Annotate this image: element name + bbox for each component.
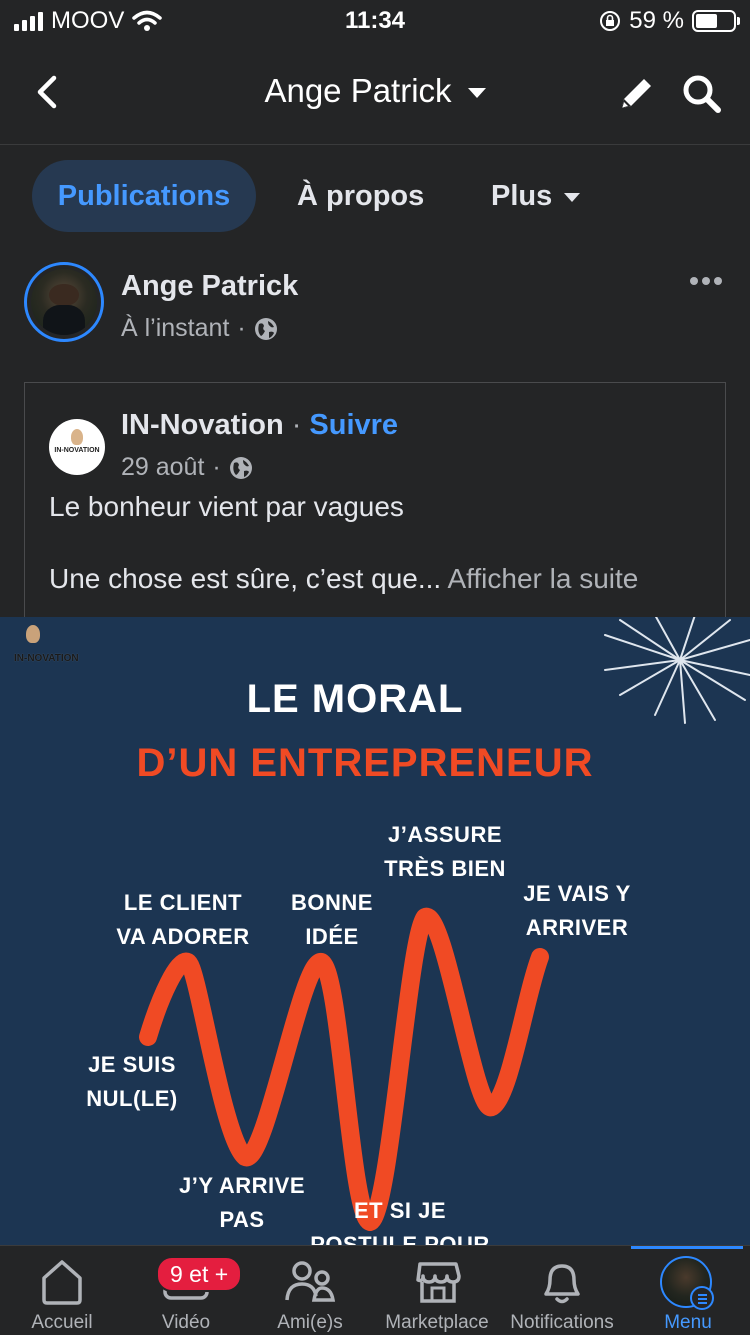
globe-icon — [229, 456, 252, 479]
tab-notifications[interactable]: Notifications — [502, 1246, 622, 1335]
battery-icon — [692, 10, 740, 32]
search-icon[interactable] — [680, 72, 724, 116]
tab-friends-label: Ami(e)s — [277, 1312, 343, 1333]
label-line: NUL(LE) — [86, 1086, 178, 1111]
label-line: POSTULE POUR — [310, 1232, 490, 1245]
label-line: PAS — [219, 1207, 265, 1232]
video-notification-badge: 9 et + — [156, 1256, 243, 1292]
label-line: ET SI JE — [353, 1198, 447, 1223]
marketplace-icon — [416, 1262, 461, 1303]
label-line: J’Y ARRIVE — [178, 1173, 306, 1198]
meta-separator: · — [237, 314, 246, 342]
label-line: IDÉE — [305, 924, 359, 949]
post-image[interactable]: IN-NOVATION LE MORAL D’UN ENTREPRENEUR J… — [0, 617, 750, 1245]
follow-button[interactable]: Suivre — [309, 409, 398, 441]
friends-icon — [285, 1261, 336, 1302]
tab-more[interactable]: Plus — [491, 160, 581, 232]
author-avatar[interactable] — [24, 262, 104, 342]
post-meta: À l’instant · — [121, 314, 278, 343]
battery-percent: 59 % — [629, 7, 684, 34]
label-le-client: LE CLIENT VA ADORER — [108, 886, 258, 954]
meta-separator: · — [212, 453, 221, 481]
shared-header: IN-Novation · Suivre — [121, 409, 398, 442]
more-options-icon[interactable] — [690, 274, 722, 288]
page-logo[interactable]: IN-NOVATION — [49, 419, 105, 475]
caret-down-icon — [467, 88, 486, 99]
label-line: VA ADORER — [116, 924, 250, 949]
battery-fill — [696, 14, 717, 28]
label-jy-arrive-pas: J’Y ARRIVE PAS — [172, 1169, 312, 1237]
caret-down-icon — [564, 192, 581, 202]
shared-page-name[interactable]: IN-Novation — [121, 409, 284, 441]
label-line: J’ASSURE — [387, 822, 503, 847]
post-text-line-1: Le bonheur vient par vagues — [49, 491, 404, 522]
label-line: LE CLIENT — [123, 890, 243, 915]
home-icon — [42, 1260, 82, 1305]
post-text-truncated: Une chose est sûre, c’est que... — [49, 563, 442, 594]
lightbulb-icon — [71, 429, 83, 445]
navigation-bar: Ange Patrick — [0, 42, 750, 145]
tab-marketplace-label: Marketplace — [385, 1312, 489, 1333]
tab-more-label: Plus — [491, 180, 553, 212]
status-bar: MOOV 11:34 59 % — [0, 0, 750, 42]
shared-meta: 29 août · — [121, 453, 253, 482]
label-line: ARRIVER — [525, 915, 629, 940]
page-logo-text: IN-NOVATION — [54, 447, 100, 454]
rotation-lock-icon — [600, 11, 621, 31]
edit-pencil-icon[interactable] — [616, 72, 658, 114]
tab-video-label: Vidéo — [161, 1312, 211, 1333]
see-more-link[interactable]: Afficher la suite — [447, 563, 638, 594]
hamburger-icon — [690, 1286, 714, 1310]
shared-date[interactable]: 29 août — [121, 453, 204, 482]
post-author-name[interactable]: Ange Patrick — [121, 270, 298, 303]
tab-menu-label: Menu — [664, 1312, 712, 1333]
shared-post-card[interactable]: IN-NOVATION IN-Novation · Suivre 29 août ·… — [24, 382, 726, 622]
tab-home-label: Accueil — [31, 1312, 93, 1333]
post-text-line-2: Une chose est sûre, c’est que... Affiche… — [49, 563, 638, 595]
bell-icon — [544, 1264, 580, 1304]
tab-notifications-label: Notifications — [510, 1312, 614, 1333]
label-line: TRÈS BIEN — [384, 856, 506, 881]
label-et-si-je-postule: ET SI JE POSTULE POUR — [300, 1194, 500, 1245]
profile-name-title: Ange Patrick — [264, 72, 452, 109]
globe-icon — [254, 317, 277, 340]
tab-friends[interactable]: Ami(e)s — [248, 1246, 372, 1335]
label-bonne-idee: BONNE IDÉE — [277, 886, 387, 954]
status-right: 59 % — [599, 7, 740, 35]
post-timestamp[interactable]: À l’instant — [121, 314, 229, 343]
label-line: JE VAIS Y — [523, 881, 631, 906]
tab-home[interactable]: Accueil — [0, 1246, 124, 1335]
label-line: JE SUIS — [88, 1052, 176, 1077]
label-line: BONNE — [291, 890, 373, 915]
label-jassure: J’ASSURE TRÈS BIEN — [375, 818, 515, 886]
tab-publications[interactable]: Publications — [32, 160, 256, 232]
profile-tabs: Publications À propos Plus — [0, 160, 750, 232]
label-je-suis-nul: JE SUIS NUL(LE) — [82, 1048, 182, 1116]
header-separator: · — [291, 409, 302, 441]
tab-marketplace[interactable]: Marketplace — [372, 1246, 502, 1335]
bottom-tab-bar: Accueil Vidéo 9 et + Ami(e)s Marketplace — [0, 1245, 750, 1335]
label-je-vais-y-arriver: JE VAIS Y ARRIVER — [512, 877, 642, 945]
tab-about[interactable]: À propos — [297, 160, 424, 232]
avatar-photo — [31, 269, 97, 335]
